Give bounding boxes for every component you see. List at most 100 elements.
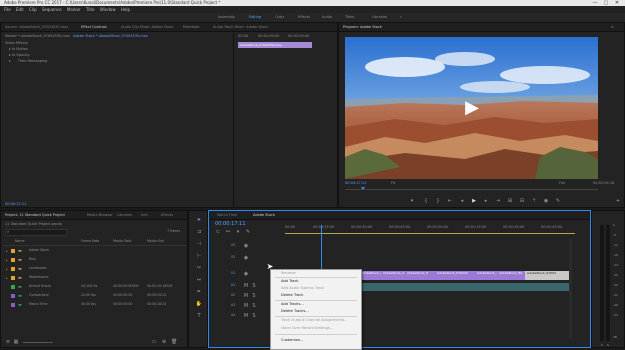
tab-libraries[interactable]: Libraries <box>117 213 132 218</box>
eye-icon[interactable]: ◉ <box>243 271 249 277</box>
linked-selection-icon[interactable]: ⚯ <box>225 229 231 235</box>
hand-tool-icon[interactable]: ✋ <box>195 301 203 307</box>
step-back-icon[interactable]: ◂ <box>459 198 465 204</box>
mute-icon[interactable]: M <box>243 313 249 319</box>
menu-item-delete-track[interactable]: Delete Track <box>281 293 303 298</box>
add-marker-icon[interactable]: ▾ <box>235 229 241 235</box>
snap-icon[interactable]: ⊂ <box>215 229 221 235</box>
new-item-icon[interactable]: ⊕ <box>161 339 167 345</box>
timeline-clip[interactable]: AdobeStock_9 <box>359 271 381 280</box>
wrench-icon[interactable]: ✎ <box>245 229 251 235</box>
workspace-audio[interactable]: Audio <box>322 15 332 20</box>
timeline-clip[interactable]: AdobeStock_1 <box>475 271 497 280</box>
track-label-a4[interactable]: A4 <box>231 313 235 318</box>
column-name[interactable]: Name <box>15 239 24 244</box>
resolution-dropdown[interactable]: Full <box>559 181 565 186</box>
timeline-clip[interactable]: AdobeStock_870229 <box>435 271 475 280</box>
overwrite-icon[interactable]: ⊟ <box>519 198 525 204</box>
zoom-slider[interactable] <box>23 342 53 343</box>
rolling-edit-tool-icon[interactable]: ⊢ <box>195 253 203 259</box>
play-overlay-icon[interactable]: ▶ <box>463 99 481 117</box>
workspace-titles[interactable]: Titles <box>345 15 354 20</box>
track-label-a1[interactable]: A1 <box>231 283 235 288</box>
track-label-a3[interactable]: A3 <box>231 303 235 308</box>
timeline-clip[interactable]: AdobeStock_8 <box>405 271 435 280</box>
menu-item-add-audio-submix-track[interactable]: Add Audio Submix Track <box>281 286 324 291</box>
list-item[interactable]: ▸ ▬ Adobe Stock <box>1 247 189 255</box>
menu-item-rename[interactable]: Rename <box>281 271 296 276</box>
master-clip-label[interactable]: Master * AdobeStock_97004530.mov <box>5 34 70 39</box>
playhead-icon[interactable] <box>361 187 365 190</box>
target-clip-label[interactable]: Adobe Stock * AdobeStock_97004530.mov <box>73 34 148 39</box>
menu-clip[interactable]: Clip <box>29 7 37 12</box>
menu-window[interactable]: Window <box>100 7 116 12</box>
tab-audio-clip-mixer[interactable]: Audio Clip Mixer: Adobe Stock <box>121 25 173 30</box>
tab-sequence-adobe-stock[interactable]: Adobe Stock <box>253 213 275 218</box>
solo-right-icon[interactable]: S <box>606 342 610 348</box>
workspace-assembly[interactable]: Assembly <box>218 15 235 20</box>
settings-wrench-icon[interactable]: ✎ <box>555 198 561 204</box>
program-timecode[interactable]: 00:00:17:11 <box>345 181 366 186</box>
workspace-editing[interactable]: Editing <box>249 15 261 20</box>
menu-file[interactable]: File <box>4 7 11 12</box>
type-tool-icon[interactable]: T <box>195 313 203 319</box>
list-item[interactable]: ▬ Macro Time 30.00 fps 00:00:00:00 00:00… <box>1 301 189 309</box>
menu-help[interactable]: Help <box>121 7 130 12</box>
fit-dropdown[interactable]: Fit <box>391 181 395 186</box>
column-media-end[interactable]: Media End <box>147 239 164 244</box>
mute-icon[interactable]: M <box>243 283 249 289</box>
go-to-out-icon[interactable]: ⇥ <box>495 198 501 204</box>
eye-icon[interactable]: ◉ <box>243 255 249 261</box>
slip-tool-icon[interactable]: ⇔ <box>195 277 203 283</box>
eye-icon[interactable]: ◉ <box>243 243 249 249</box>
insert-icon[interactable]: ⊞ <box>507 198 513 204</box>
list-item[interactable]: ▬ Cumberland 24.00 fps 00:00:00:00 00:00… <box>1 292 189 300</box>
list-item[interactable]: ▬ Animal Kracie 44,100 Hz 00:00:00:00000… <box>1 283 189 291</box>
solo-icon[interactable]: S <box>251 293 257 299</box>
tab-sequence-macro-time[interactable]: Macro Time <box>217 213 237 218</box>
mute-icon[interactable]: M <box>243 303 249 309</box>
trash-icon[interactable]: 🗑 <box>171 339 177 345</box>
expand-arrow-icon[interactable]: ▸ <box>9 59 12 63</box>
tab-program[interactable]: Program: Adobe Stock <box>343 25 382 30</box>
razor-tool-icon[interactable]: ✂ <box>195 265 203 271</box>
solo-left-icon[interactable]: S <box>600 342 604 348</box>
solo-icon[interactable]: S <box>251 283 257 289</box>
play-icon[interactable]: ▶ <box>471 198 477 204</box>
menu-edit[interactable]: Edit <box>16 7 24 12</box>
track-label-v3[interactable]: V3 <box>231 243 235 248</box>
panel-menu-icon[interactable]: ≡ <box>611 25 614 30</box>
mini-clip-bar[interactable]: AdobeStock_97004530.mov <box>238 42 312 48</box>
pen-tool-icon[interactable]: ✒ <box>195 289 203 295</box>
add-marker-icon[interactable]: ▾ <box>409 198 415 204</box>
timeline-timecode[interactable]: 00:00:17:11 <box>215 222 246 227</box>
workspace-more[interactable]: » <box>400 15 402 20</box>
track-select-tool-icon[interactable]: ⇉ <box>195 229 203 235</box>
timeline-clip[interactable]: AdobeStock_97004 <box>525 271 569 280</box>
timeline-scrollbar[interactable] <box>569 239 572 339</box>
menu-item-add-track[interactable]: Add Track <box>281 279 299 284</box>
go-to-in-icon[interactable]: ⇤ <box>447 198 453 204</box>
column-frame-rate[interactable]: Frame Rate <box>81 239 99 244</box>
new-bin-icon[interactable]: ▭ <box>151 339 157 345</box>
tab-source[interactable]: Source: AdobeStock_97004530.mov <box>5 25 68 30</box>
tab-effect-controls[interactable]: Effect Controls <box>81 25 107 30</box>
workspace-color[interactable]: Color <box>275 15 284 20</box>
effect-controls-timecode[interactable]: 00:00:17:11 <box>5 202 26 207</box>
list-item[interactable]: ▸ ▬ Waterbound <box>1 274 189 282</box>
step-forward-icon[interactable]: ▸ <box>483 198 489 204</box>
export-frame-icon[interactable]: ◉ <box>543 198 549 204</box>
track-label-v2[interactable]: V2 <box>231 255 235 260</box>
workspace-effects[interactable]: Effects <box>298 15 310 20</box>
timeline-clip[interactable]: AdobeStock_86 <box>497 271 525 280</box>
effect-mini-timeline[interactable]: 00:00 00:01:00:00 00:02:00:00 AdobeStock… <box>233 33 338 207</box>
solo-icon[interactable]: S <box>251 303 257 309</box>
program-video-frame[interactable]: ▶ <box>345 37 598 179</box>
program-scrub-bar[interactable] <box>345 189 598 190</box>
list-item[interactable]: ▸ ▬ Landmarks <box>1 265 189 273</box>
menu-sequence[interactable]: Sequence <box>42 7 62 12</box>
expand-arrow-icon[interactable]: ▸ <box>5 248 9 254</box>
menu-title[interactable]: Title <box>86 7 95 12</box>
effect-time-remapping[interactable]: ▸ Time Remapping <box>9 59 47 64</box>
search-input[interactable]: ⌕ <box>5 229 67 236</box>
